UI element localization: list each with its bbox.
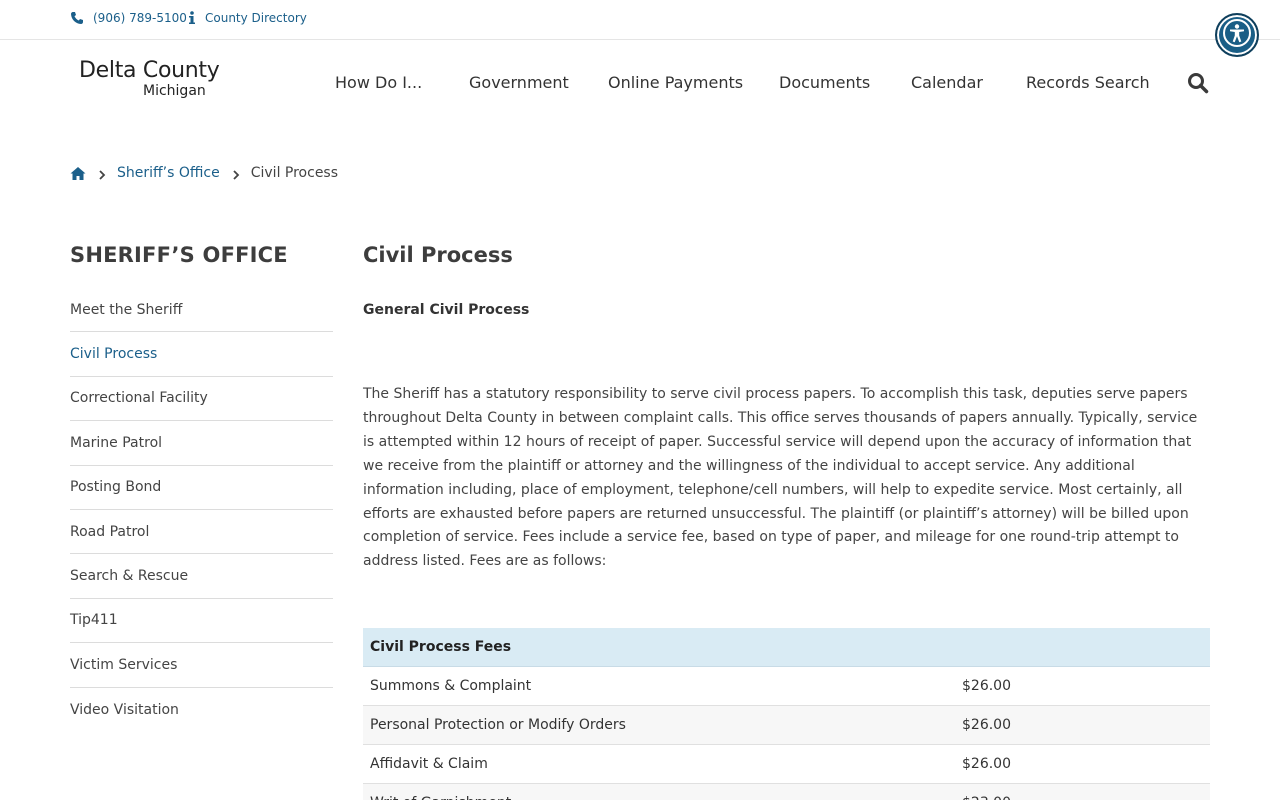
- fee-amount: $23.00: [962, 783, 1210, 800]
- phone-icon: [70, 11, 84, 25]
- nav-records-search[interactable]: Records Search: [1026, 73, 1150, 92]
- sidebar-item-victim-services[interactable]: Victim Services: [70, 643, 333, 688]
- sidebar-item-video-visitation[interactable]: Video Visitation: [70, 688, 333, 732]
- body-paragraph: The Sheriff has a statutory responsibili…: [363, 386, 1198, 570]
- home-icon[interactable]: [70, 166, 86, 181]
- fee-amount: $26.00: [962, 705, 1210, 745]
- county-directory-link[interactable]: County Directory: [188, 11, 307, 25]
- sidebar-item-tip411[interactable]: Tip411: [70, 599, 333, 644]
- sidebar-item-search-rescue[interactable]: Search & Rescue: [70, 554, 333, 599]
- sidebar-title: SHERIFF’S OFFICE: [70, 243, 288, 267]
- sidebar-item-posting-bond[interactable]: Posting Bond: [70, 466, 333, 510]
- search-button[interactable]: [1187, 72, 1209, 94]
- fee-item: Personal Protection or Modify Orders: [363, 705, 962, 745]
- chevron-right-icon: [98, 168, 106, 180]
- sidebar-item-civil-process[interactable]: Civil Process: [70, 332, 333, 377]
- fee-item: Writ of Garnishment: [363, 783, 962, 800]
- sidebar-item-road-patrol[interactable]: Road Patrol: [70, 510, 333, 555]
- section-subheading: General Civil Process: [363, 302, 530, 318]
- fee-amount: $26.00: [962, 666, 1210, 706]
- table-row: Writ of Garnishment $23.00: [363, 783, 1210, 800]
- utility-bar: (906) 789-5100 County Directory: [0, 0, 1280, 40]
- search-icon: [1187, 73, 1209, 98]
- accessibility-button[interactable]: [1215, 13, 1259, 57]
- fees-table-header: Civil Process Fees: [363, 628, 1210, 667]
- breadcrumb-sheriffs-office[interactable]: Sheriff’s Office: [117, 165, 220, 181]
- nav-online-payments[interactable]: Online Payments: [608, 73, 743, 92]
- sidebar-item-correctional-facility[interactable]: Correctional Facility: [70, 377, 333, 422]
- table-row: Personal Protection or Modify Orders $26…: [363, 705, 1210, 745]
- county-directory-label: County Directory: [205, 11, 307, 25]
- phone-link[interactable]: (906) 789-5100: [70, 11, 187, 25]
- chevron-right-icon: [232, 168, 240, 180]
- page-title: Civil Process: [363, 243, 513, 267]
- table-row: Affidavit & Claim $26.00: [363, 744, 1210, 784]
- sidebar-nav: Meet the Sheriff Civil Process Correctio…: [70, 288, 333, 732]
- fees-table-header-row: Civil Process Fees: [363, 628, 1210, 667]
- fee-amount: $26.00: [962, 744, 1210, 784]
- fees-table: Civil Process Fees Summons & Complaint $…: [363, 628, 1210, 800]
- nav-calendar[interactable]: Calendar: [911, 73, 983, 92]
- nav-how-do-i[interactable]: How Do I...: [335, 73, 422, 92]
- breadcrumb: Sheriff’s Office Civil Process: [70, 164, 338, 182]
- main-nav: How Do I... Government Online Payments D…: [0, 73, 1280, 95]
- sidebar-item-meet-the-sheriff[interactable]: Meet the Sheriff: [70, 288, 333, 333]
- fee-item: Affidavit & Claim: [363, 744, 962, 784]
- info-icon: [188, 11, 196, 25]
- nav-documents[interactable]: Documents: [779, 73, 870, 92]
- accessibility-icon: [1222, 18, 1252, 52]
- table-row: Summons & Complaint $26.00: [363, 666, 1210, 706]
- phone-number: (906) 789-5100: [93, 11, 187, 25]
- fee-item: Summons & Complaint: [363, 666, 962, 706]
- nav-government[interactable]: Government: [469, 73, 569, 92]
- sidebar-item-marine-patrol[interactable]: Marine Patrol: [70, 421, 333, 466]
- breadcrumb-current: Civil Process: [250, 165, 339, 181]
